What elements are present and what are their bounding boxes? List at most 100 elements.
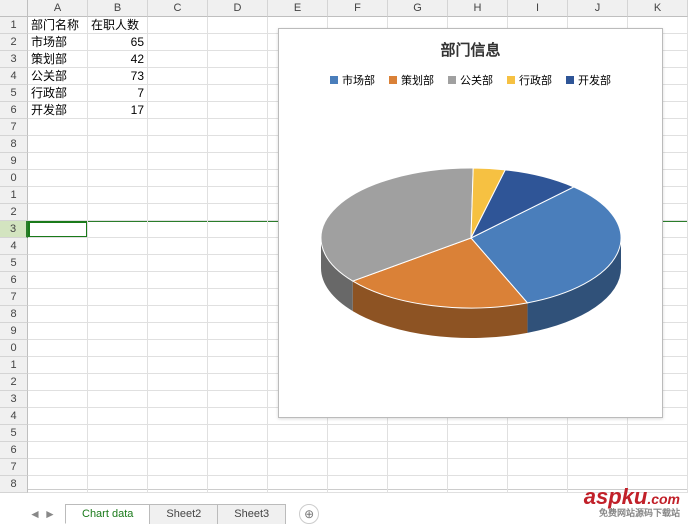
table-cell-count[interactable]: 17 [88,102,148,119]
cell[interactable] [28,136,88,153]
cell[interactable] [208,204,268,221]
cell[interactable] [208,425,268,442]
cell[interactable] [148,119,208,136]
sheet-tab[interactable]: Sheet3 [217,504,286,524]
row-header-11[interactable]: 1 [0,187,28,204]
table-cell-count[interactable]: 73 [88,68,148,85]
cell[interactable] [568,425,628,442]
cell[interactable] [148,170,208,187]
col-header-I[interactable]: I [508,0,568,17]
cell[interactable] [88,442,148,459]
table-cell-name[interactable]: 市场部 [28,34,88,51]
cell[interactable] [88,340,148,357]
cell[interactable] [208,391,268,408]
cell[interactable] [208,153,268,170]
cell[interactable] [508,476,568,493]
cell[interactable] [208,459,268,476]
cell[interactable] [88,255,148,272]
cell[interactable] [208,238,268,255]
table-cell-count[interactable]: 7 [88,85,148,102]
cell[interactable] [208,102,268,119]
cell[interactable] [28,306,88,323]
cell[interactable] [568,459,628,476]
cell[interactable] [88,170,148,187]
table-header[interactable]: 在职人数 [88,17,148,34]
cell[interactable] [388,425,448,442]
cell[interactable] [208,357,268,374]
cell[interactable] [208,408,268,425]
cell[interactable] [208,374,268,391]
row-header-19[interactable]: 9 [0,323,28,340]
cell[interactable] [148,289,208,306]
cell[interactable] [568,442,628,459]
cell[interactable] [148,238,208,255]
cell[interactable] [148,357,208,374]
col-header-G[interactable]: G [388,0,448,17]
row-header-8[interactable]: 8 [0,136,28,153]
sheet-tab[interactable]: Sheet2 [149,504,218,524]
row-header-3[interactable]: 3 [0,51,28,68]
cell[interactable] [388,476,448,493]
cell[interactable] [148,153,208,170]
row-header-21[interactable]: 1 [0,357,28,374]
cell[interactable] [208,289,268,306]
cell[interactable] [208,170,268,187]
row-header-5[interactable]: 5 [0,85,28,102]
chart-container[interactable]: 部门信息 市场部策划部公关部行政部开发部 [278,28,663,418]
cell[interactable] [148,187,208,204]
add-sheet-button[interactable]: ⊕ [299,504,319,524]
table-cell-count[interactable]: 42 [88,51,148,68]
row-header-20[interactable]: 0 [0,340,28,357]
row-header-17[interactable]: 7 [0,289,28,306]
cell[interactable] [28,187,88,204]
cell[interactable] [148,306,208,323]
cell[interactable] [148,391,208,408]
cell[interactable] [88,221,148,238]
tab-prev-icon[interactable]: ◄ [28,506,42,522]
row-header-23[interactable]: 3 [0,391,28,408]
cell[interactable] [148,442,208,459]
sheet-tab[interactable]: Chart data [65,504,150,524]
cell[interactable] [148,221,208,238]
row-header-16[interactable]: 6 [0,272,28,289]
cell[interactable] [148,408,208,425]
cell[interactable] [88,187,148,204]
cell[interactable] [208,221,268,238]
cell[interactable] [148,85,208,102]
cell[interactable] [388,459,448,476]
cell[interactable] [208,255,268,272]
cell[interactable] [148,340,208,357]
table-cell-name[interactable]: 策划部 [28,51,88,68]
cell[interactable] [28,340,88,357]
cell[interactable] [508,459,568,476]
cell[interactable] [148,51,208,68]
row-header-15[interactable]: 5 [0,255,28,272]
tab-next-icon[interactable]: ► [43,506,57,522]
cell[interactable] [88,136,148,153]
cell[interactable] [28,442,88,459]
cell[interactable] [28,391,88,408]
cell[interactable] [328,459,388,476]
cell[interactable] [148,476,208,493]
cell[interactable] [28,272,88,289]
cell[interactable] [148,34,208,51]
cell[interactable] [328,442,388,459]
cell[interactable] [148,68,208,85]
cell[interactable] [28,357,88,374]
cell[interactable] [28,289,88,306]
cell[interactable] [208,306,268,323]
cell[interactable] [28,204,88,221]
cell[interactable] [148,17,208,34]
col-header-C[interactable]: C [148,0,208,17]
col-header-D[interactable]: D [208,0,268,17]
cell[interactable] [328,425,388,442]
cell[interactable] [148,204,208,221]
cell[interactable] [88,153,148,170]
table-cell-count[interactable]: 65 [88,34,148,51]
cell[interactable] [208,323,268,340]
cell[interactable] [628,425,688,442]
col-header-A[interactable]: A [28,0,88,17]
cell[interactable] [148,425,208,442]
cell[interactable] [148,255,208,272]
cell[interactable] [148,272,208,289]
